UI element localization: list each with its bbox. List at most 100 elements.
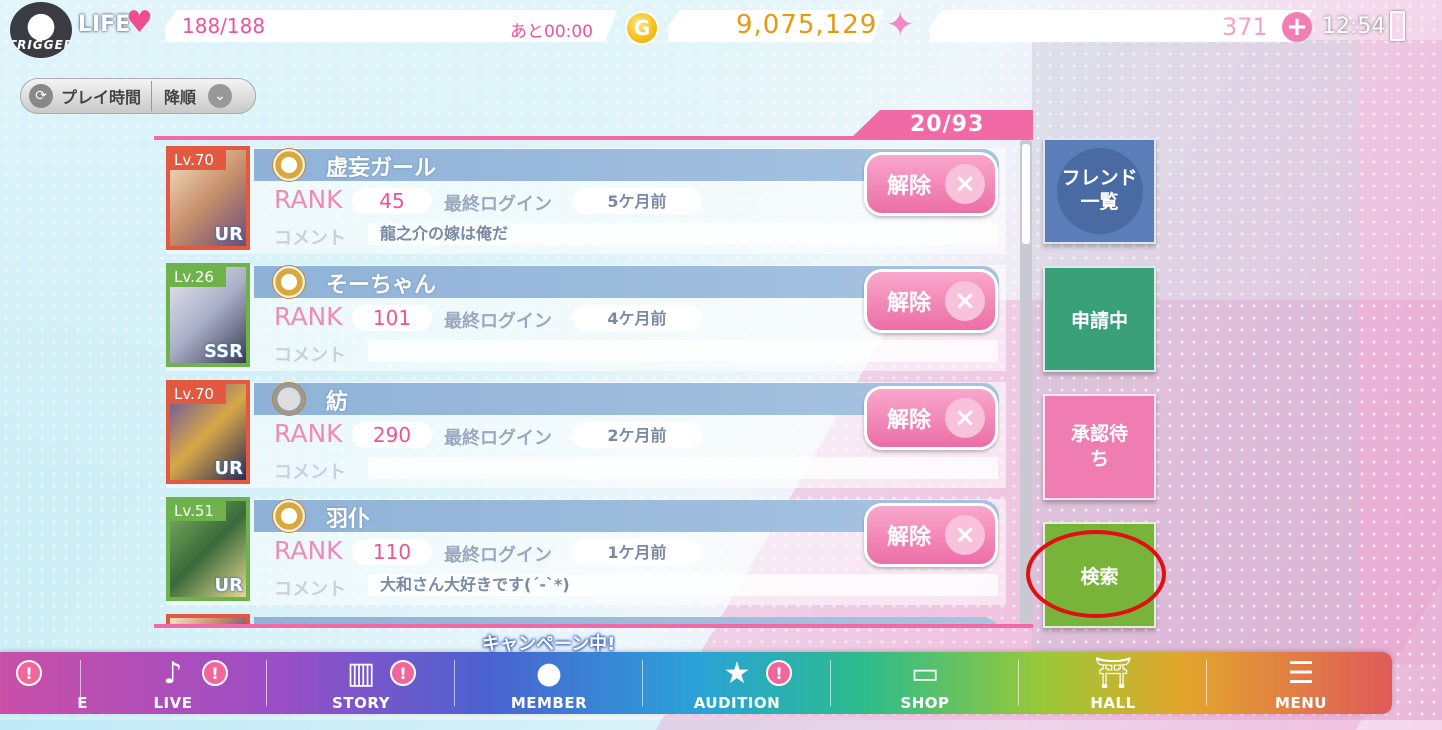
nav-divider	[642, 660, 643, 706]
rank-value: 290	[352, 422, 432, 448]
nav-divider	[454, 660, 455, 706]
friend-list[interactable]: Lv.70 UR 虚妄ガール RANK 45 最終ログイン 5ケ月前 コメント …	[154, 140, 1024, 624]
comment-text: 龍之介の嫁は俺だ	[368, 223, 998, 245]
idol-card[interactable]: Lv.51 UR	[166, 497, 250, 601]
pending-approval-button[interactable]: 承認待ち	[1043, 394, 1156, 500]
nav-shop[interactable]: ▭ SHOP	[850, 652, 1000, 714]
trophy-icon	[272, 265, 306, 299]
close-icon: ×	[945, 164, 986, 204]
last-login-value: 5ケ月前	[572, 188, 702, 214]
battery-icon	[1390, 11, 1405, 41]
member-icon: ●	[535, 656, 563, 691]
chevron-down-icon[interactable]: ⌄	[208, 84, 233, 108]
friend-row[interactable]: Lv.51 UR 羽仆 RANK 110 最終ログイン 1ケ月前 コメント 大和…	[154, 491, 1024, 608]
nav-divider	[1018, 660, 1019, 706]
alert-badge-icon: !	[390, 660, 416, 686]
rank-value: 45	[352, 188, 432, 214]
gold-amount: 9,075,129	[736, 10, 878, 40]
friend-list-button[interactable]: フレンド一覧	[1043, 138, 1156, 244]
card-level: Lv.51	[170, 501, 226, 521]
life-label: LIFE	[78, 12, 131, 37]
nav-member[interactable]: ● MEMBER	[474, 652, 624, 714]
friend-row-partial[interactable]	[154, 608, 1024, 624]
nav-story[interactable]: ▥ STORY	[286, 652, 436, 714]
sort-field-button[interactable]: プレイ時間	[61, 84, 141, 108]
card-rarity: SSR	[204, 341, 243, 362]
nav-live[interactable]: ♪ LIVE	[98, 652, 248, 714]
friend-name: 羽仆	[326, 507, 371, 532]
friend-name: そーちゃん	[326, 273, 437, 298]
nav-hall[interactable]: ⛩ HALL	[1038, 652, 1188, 714]
remove-friend-button[interactable]: 解除 ×	[864, 269, 998, 333]
bottom-nav: E ! ♪ LIVE ! ▥ STORY ! ● MEMBER ★ AUDITI…	[0, 652, 1392, 714]
home-icon	[0, 656, 90, 694]
comment-text	[368, 340, 998, 362]
comment-text: 大和さん大好きです(´-`*)	[368, 574, 998, 596]
sparkle-icon: ✦	[886, 5, 915, 45]
idol-card[interactable]	[166, 614, 250, 624]
sort-divider	[151, 81, 153, 111]
list-scrollbar[interactable]	[1020, 140, 1032, 624]
rank-label: RANK	[274, 302, 343, 331]
hall-gate-icon: ⛩	[1093, 656, 1133, 691]
close-icon: ×	[945, 515, 986, 555]
life-value: 188/188	[182, 14, 266, 38]
comment-label: コメント	[274, 228, 346, 249]
idol-card[interactable]: Lv.70 UR	[166, 146, 250, 250]
nav-menu-label: MENU	[1275, 694, 1327, 712]
clock: 12:54	[1322, 14, 1386, 39]
sort-order-button[interactable]: 降順	[164, 84, 196, 108]
applying-button[interactable]: 申請中	[1043, 266, 1156, 372]
card-rarity: UR	[214, 575, 243, 596]
alert-badge-icon: !	[202, 660, 228, 686]
title-medal-icon	[272, 148, 306, 182]
pending-approval-label: 承認待ち	[1070, 423, 1128, 470]
card-rarity: UR	[214, 224, 243, 245]
last-login-label: 最終ログイン	[444, 311, 552, 332]
idol-card[interactable]: Lv.26 SSR	[166, 263, 250, 367]
nav-home-label: E	[77, 694, 88, 712]
gold-coin-icon: G	[625, 11, 659, 45]
player-avatar[interactable]: TRIGGER	[10, 2, 72, 58]
nav-hall-label: HALL	[1090, 694, 1136, 712]
last-login-label: 最終ログイン	[444, 428, 552, 449]
name-band	[254, 617, 999, 624]
last-login-value: 2ケ月前	[572, 422, 702, 448]
heart-icon: ♥	[126, 5, 153, 40]
menu-list-icon: ☰	[1287, 656, 1315, 691]
add-gems-button[interactable]: +	[1282, 12, 1312, 42]
rank-value: 110	[352, 539, 432, 565]
comment-label: コメント	[274, 462, 346, 483]
friend-row[interactable]: Lv.26 SSR そーちゃん RANK 101 最終ログイン 4ケ月前 コメン…	[154, 257, 1024, 374]
idol-card[interactable]: Lv.70 UR	[166, 380, 250, 484]
nav-live-label: LIVE	[153, 694, 193, 712]
profile-icon	[272, 382, 306, 416]
scrollbar-thumb[interactable]	[1022, 144, 1030, 244]
comment-label: コメント	[274, 579, 346, 600]
remove-label: 解除	[887, 174, 932, 199]
remove-friend-button[interactable]: 解除 ×	[864, 386, 998, 450]
last-login-label: 最終ログイン	[444, 545, 552, 566]
nav-shop-label: SHOP	[900, 694, 950, 712]
life-recovery-timer: あと00:00	[510, 22, 593, 42]
nav-divider	[266, 660, 267, 706]
alert-badge-icon: !	[16, 660, 42, 686]
friend-row[interactable]: Lv.70 UR 紡 RANK 290 最終ログイン 2ケ月前 コメント 解除 …	[154, 374, 1024, 491]
close-icon: ×	[945, 398, 986, 438]
friend-name: 虚妄ガール	[326, 156, 437, 181]
nav-home[interactable]: E	[0, 652, 90, 714]
remove-friend-button[interactable]: 解除 ×	[864, 503, 998, 567]
remove-label: 解除	[887, 291, 932, 316]
card-rarity: UR	[214, 458, 243, 479]
remove-friend-button[interactable]: 解除 ×	[864, 152, 998, 216]
nav-menu[interactable]: ☰ MENU	[1226, 652, 1376, 714]
sort-cycle-icon[interactable]: ⟳	[29, 84, 53, 108]
card-level: Lv.70	[170, 384, 226, 404]
friend-row[interactable]: Lv.70 UR 虚妄ガール RANK 45 最終ログイン 5ケ月前 コメント …	[154, 140, 1024, 257]
rank-value: 101	[352, 305, 432, 331]
friend-list-label: フレンド一覧	[1056, 148, 1143, 234]
nav-audition[interactable]: ★ AUDITION	[662, 652, 812, 714]
nav-story-label: STORY	[332, 694, 390, 712]
nav-divider	[830, 660, 831, 706]
comment-text	[368, 457, 998, 479]
